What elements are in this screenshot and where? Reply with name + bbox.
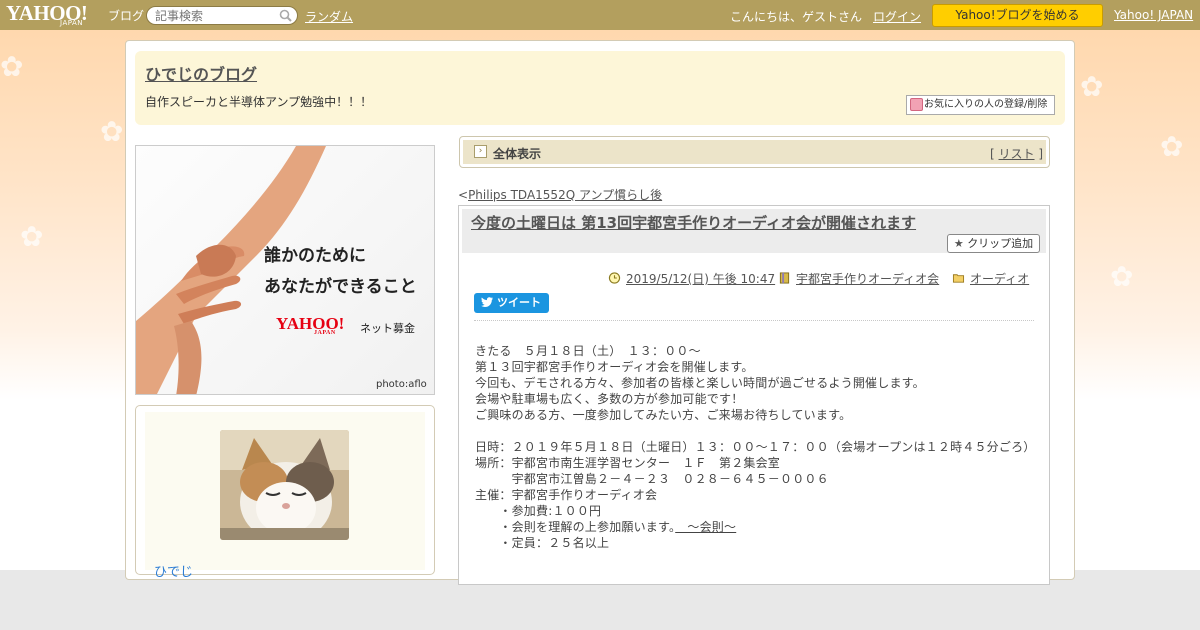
logo-sub: JAPAN [60,19,84,27]
article-body-line: 第１３回宇都宮手作りオーディオ会を開催します。 [475,359,1045,375]
favorite-register-label: お気に入りの人の登録/削除 [924,99,1048,110]
list-bracket-open: [ [990,147,999,161]
article-date: 2019/5/12(日) 午後 10:47 [608,270,775,287]
article-body-line: 場所：宇都宮市南生涯学習センター １Ｆ 第２集会室 [475,455,1045,471]
profile-avatar[interactable] [220,430,349,540]
article-tag: 宇都宮手作りオーディオ会 [778,270,939,287]
article-body-text: 主催：宇都宮手作りオーディオ会 [475,488,658,502]
search-icon[interactable] [279,9,292,22]
article-body-text: きたる ５月１８日（土） １３：００～ [475,344,701,358]
favorite-register-button[interactable]: お気に入りの人の登録/削除 [906,95,1055,115]
article-search-input[interactable] [155,8,275,23]
ad-yahoo-logo: YAHOO! JAPAN [276,314,344,336]
previous-article-nav: <Philips TDA1552Q アンプ慣らし後 [458,186,662,203]
article-body-line: 宇都宮市江曽島２－４－２３ ０２８－６４５－０００６ [475,471,1045,487]
tweet-label: ツイート [497,296,541,309]
clip-add-label: クリップ追加 [967,237,1034,250]
article-body-line: 日時：２０１９年５月１８日（土曜日）１３：００～１７：００（会場オープンは１２時… [475,439,1045,455]
article-body-line [475,423,1045,439]
heart-icon [910,98,923,111]
article-body-line: 会場や駐車場も広く、多数の方が参加可能です！ [475,391,1045,407]
ad-tagline: ネット募金 [360,322,415,335]
view-mode-label: 全体表示 [493,147,542,161]
list-bracket-close: ] [1034,147,1044,161]
twitter-bird-icon [481,297,493,307]
book-icon [779,272,790,284]
article-body-line: ご興味のある方、一度参加してみたい方、ご来場お待ちしています。 [475,407,1045,423]
clip-add-button[interactable]: ★ クリップ追加 [947,234,1040,253]
article-body-text: 宇都宮市江曽島２－４－２３ ０２８－６４５－０００６ [475,472,829,486]
article-body-text: 第１３回宇都宮手作りオーディオ会を開催します。 [475,360,754,374]
article-body-line: 主催：宇都宮手作りオーディオ会 [475,487,1045,503]
ad-photo-credit: photo:aflo [376,379,427,390]
flower-decoration: ✿ [0,50,24,83]
ad-headline-line2: あなたができること [264,277,417,297]
article-date-link[interactable]: 2019/5/12(日) 午後 10:47 [626,272,775,286]
yahoo-japan-link[interactable]: Yahoo! JAPAN [1114,8,1193,22]
tweet-button[interactable]: ツイート [474,293,549,313]
article-title[interactable]: 今度の土曜日は 第13回宇都宮手作りオーディオ会が開催されます [471,212,916,233]
view-mode-bar-fill [463,140,1046,164]
ad-headline-line1: 誰かのために [264,246,366,266]
greeting-text: こんにちは、ゲストさん [730,10,863,24]
article-body-line: ・参加費:１００円 [475,503,1045,519]
article-body: きたる ５月１８日（土） １３：００～ 第１３回宇都宮手作りオーディオ会を開催しま… [475,343,1045,551]
profile-nickname[interactable]: ひでじ [154,561,193,580]
article-body-text: 場所：宇都宮市南生涯学習センター １Ｆ 第２集会室 [475,456,781,470]
article-body-text: ・会則を理解の上参加願います。 [475,520,676,534]
article-category: オーディオ [952,270,1029,287]
article-category-link[interactable]: オーディオ [970,272,1029,286]
article-body-text: 今回も、デモされる方々、参加者の皆様と楽しい時間が過ごせるよう開催します。 [475,376,925,390]
star-icon: ★ [953,237,964,250]
cat-photo [220,430,349,540]
flower-decoration: ✿ [1160,130,1184,163]
charity-ad-banner[interactable]: 誰かのために あなたができること YAHOO! JAPAN ネット募金 phot… [135,145,435,395]
article-body-text: 会場や駐車場も広く、多数の方が参加可能です！ [475,392,744,406]
article-body-line: ・会則を理解の上参加願います。 ～会則～ [475,519,1045,535]
list-view-toggle: [ リスト ] [990,145,1043,162]
logo-blog-label: ブログ [108,9,145,23]
folder-icon [952,274,965,283]
top-navigation-bar: YAHOO! JAPAN ブログ ランダム こんにちは、ゲストさん ログイン Y… [0,0,1200,30]
article-tag-link[interactable]: 宇都宮手作りオーディオ会 [796,272,939,286]
handshake-illustration [136,146,326,394]
blog-title[interactable]: ひでじのブログ [145,61,257,85]
ad-logo-sub: JAPAN [314,330,336,336]
article-body-line: きたる ５月１８日（土） １３：００～ [475,343,1045,359]
divider [474,320,1034,321]
article-search-box [146,6,298,25]
rules-link[interactable]: ～会則～ [675,520,736,534]
article-body-text: ご興味のある方、一度参加してみたい方、ご来場お待ちしています。 [475,408,852,422]
chevron-right-icon: › [474,145,487,158]
clock-icon [608,272,621,284]
start-blog-button[interactable]: Yahoo!ブログを始める [932,4,1103,27]
previous-marker: < [458,188,469,202]
flower-decoration: ✿ [20,220,44,253]
flower-decoration: ✿ [1110,260,1134,293]
article-body-text: 日時：２０１９年５月１８日（土曜日）１３：００～１７：００（会場オープンは１２時… [475,440,1036,454]
article-body-line: ・定員：２５名以上 [475,535,1045,551]
article-body-text: ・参加費:１００円 [475,504,602,518]
random-link[interactable]: ランダム [305,8,353,25]
article-body-line: 今回も、デモされる方々、参加者の皆様と楽しい時間が過ごせるよう開催します。 [475,375,1045,391]
flower-decoration: ✿ [100,115,124,148]
blog-description: 自作スピーカと半導体アンプ勉強中！！！ [145,95,373,109]
login-link[interactable]: ログイン [873,8,921,25]
flower-decoration: ✿ [1080,70,1104,103]
article-body-text: ・定員：２５名以上 [475,536,610,550]
previous-article-link[interactable]: Philips TDA1552Q アンプ慣らし後 [468,188,662,202]
list-view-link[interactable]: リスト [999,147,1035,161]
